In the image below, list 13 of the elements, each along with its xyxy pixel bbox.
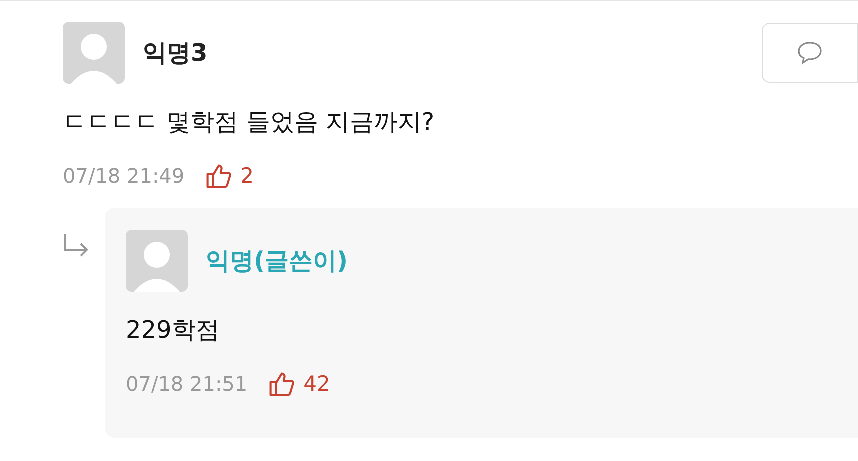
comment-text: ㄷㄷㄷㄷ 몇학점 들었음 지금까지? [63,107,436,138]
like-count: 42 [304,372,330,396]
comment-time: 07/18 21:49 [63,164,185,188]
author-name: 익명3 [143,38,208,69]
avatar-icon [63,22,125,84]
thumbs-up-icon[interactable] [268,370,296,398]
avatar-icon [126,230,188,292]
like-count: 2 [240,164,254,188]
author-name: 익명(글쓴이) [206,246,348,277]
comment-time: 07/18 21:51 [126,372,248,396]
speech-bubble-icon [796,40,824,66]
thumbs-up-icon[interactable] [204,162,233,190]
comment-text: 229학점 [126,315,221,346]
